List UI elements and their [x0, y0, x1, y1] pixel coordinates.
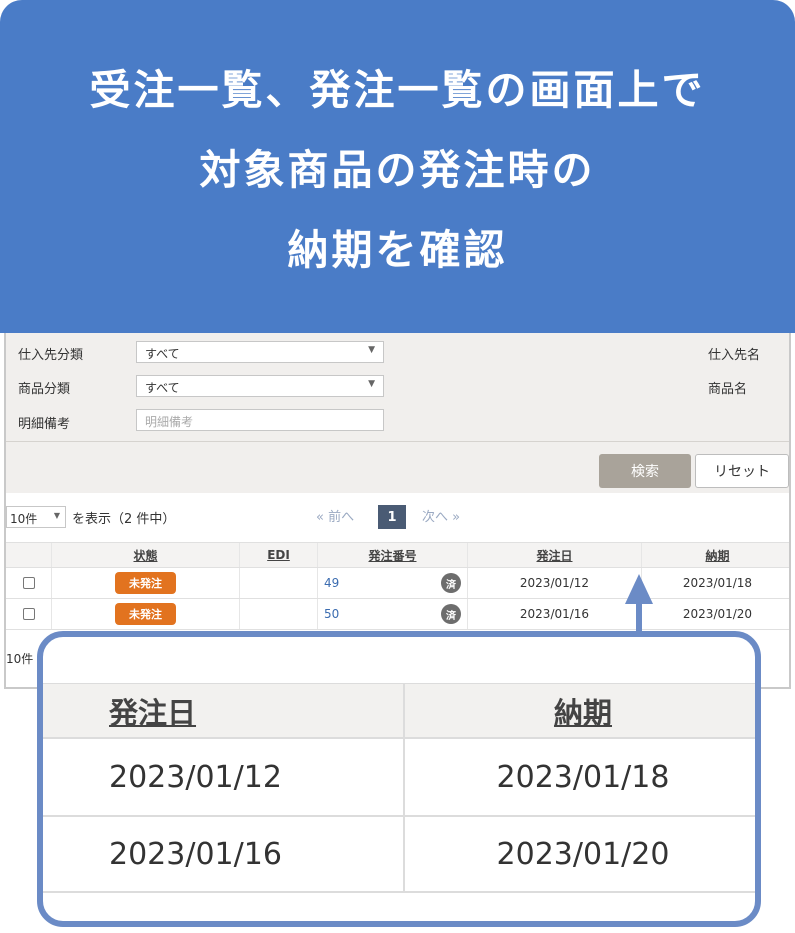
zoom-delivery-date-cell: 2023/01/20 — [496, 836, 670, 872]
callout-arrow-icon — [625, 574, 653, 604]
product-category-value: すべて — [145, 381, 180, 395]
row-checkbox-cell — [6, 599, 52, 629]
order-date-cell: 2023/01/16 — [468, 599, 642, 629]
zoom-row: 2023/01/16 2023/01/20 — [43, 817, 755, 893]
order-no-cell: 50 済 — [318, 599, 468, 629]
edi-column-header[interactable]: EDI — [240, 543, 318, 567]
done-badge: 済 — [441, 573, 461, 593]
order-date-cell: 2023/01/12 — [468, 568, 642, 598]
supplier-category-select[interactable]: すべて ▼ — [136, 341, 384, 363]
status-cell: 未発注 — [52, 599, 240, 629]
table-header-row: 状態 EDI 発注番号 発注日 納期 — [6, 542, 789, 568]
table-row: 未発注 49 済 2023/01/12 2023/01/18 — [6, 568, 789, 599]
edi-cell — [240, 599, 318, 629]
detail-note-placeholder: 明細備考 — [145, 415, 194, 429]
dropdown-arrow-icon: ▼ — [53, 511, 60, 520]
zoom-delivery-date-header: 納期 — [553, 695, 612, 730]
product-category-label: 商品分類 — [18, 382, 71, 397]
zoom-delivery-date-cell: 2023/01/18 — [496, 759, 670, 795]
search-button[interactable]: 検索 — [599, 454, 691, 488]
result-count-text: を表示（2 件中） — [72, 512, 176, 527]
status-column-header[interactable]: 状態 — [52, 543, 240, 567]
title-banner: 受注一覧、発注一覧の画面上で 対象商品の発注時の 納期を確認 — [0, 0, 795, 333]
delivery-date-cell: 2023/01/20 — [682, 607, 753, 621]
page-size-select[interactable]: 10件 ▼ — [6, 506, 66, 528]
zoom-row: 2023/01/12 2023/01/18 — [43, 739, 755, 817]
order-no-link[interactable]: 50 — [324, 607, 339, 621]
banner-title-line-1: 受注一覧、発注一覧の画面上で — [89, 65, 706, 114]
supplier-category-value: すべて — [145, 347, 180, 361]
page-size-value: 10件 — [10, 512, 38, 526]
banner-title-line-2: 対象商品の発注時の — [199, 145, 596, 194]
done-badge: 済 — [441, 604, 461, 624]
order-no-column-header[interactable]: 発注番号 — [318, 543, 468, 567]
dropdown-arrow-icon: ▼ — [368, 345, 375, 355]
panel-divider — [6, 441, 789, 442]
edi-cell — [240, 568, 318, 598]
table-row: 未発注 50 済 2023/01/16 2023/01/20 — [6, 599, 789, 630]
detail-note-input[interactable]: 明細備考 — [136, 409, 384, 431]
delivery-date-cell: 2023/01/18 — [682, 576, 753, 590]
status-badge: 未発注 — [115, 603, 176, 625]
order-no-cell: 49 済 — [318, 568, 468, 598]
row-checkbox-cell — [6, 568, 52, 598]
status-cell: 未発注 — [52, 568, 240, 598]
zoom-header-row: 発注日 納期 — [43, 683, 755, 739]
next-page-link[interactable]: 次へ » — [422, 506, 460, 525]
product-category-select[interactable]: すべて ▼ — [136, 375, 384, 397]
prev-page-link[interactable]: « 前へ — [316, 506, 354, 525]
order-date-column-header[interactable]: 発注日 — [468, 543, 642, 567]
filter-panel: 仕入先分類 すべて ▼ 仕入先名 商品分類 すべて ▼ 商品名 明細備考 明細備… — [6, 333, 789, 493]
bottom-page-size[interactable]: 10件 — [6, 650, 33, 667]
zoom-order-date-cell: 2023/01/12 — [43, 739, 405, 815]
zoom-order-date-header: 発注日 — [43, 684, 405, 737]
supplier-category-label: 仕入先分類 — [18, 348, 84, 363]
status-badge: 未発注 — [115, 572, 176, 594]
order-no-link[interactable]: 49 — [324, 576, 339, 590]
supplier-name-label: 仕入先名 — [708, 348, 761, 363]
row-checkbox[interactable] — [22, 577, 35, 589]
row-checkbox[interactable] — [22, 608, 35, 620]
dropdown-arrow-icon: ▼ — [368, 379, 375, 389]
banner-title-line-3: 納期を確認 — [287, 225, 508, 274]
detail-note-label: 明細備考 — [18, 417, 71, 432]
zoom-callout: 発注日 納期 2023/01/12 2023/01/18 2023/01/16 … — [37, 631, 761, 927]
zoom-order-date-cell: 2023/01/16 — [43, 817, 405, 891]
delivery-date-column-header[interactable]: 納期 — [642, 543, 789, 567]
reset-button[interactable]: リセット — [695, 454, 789, 488]
current-page-button[interactable]: 1 — [378, 505, 406, 529]
select-column-header — [6, 543, 52, 567]
product-name-label: 商品名 — [708, 382, 748, 397]
